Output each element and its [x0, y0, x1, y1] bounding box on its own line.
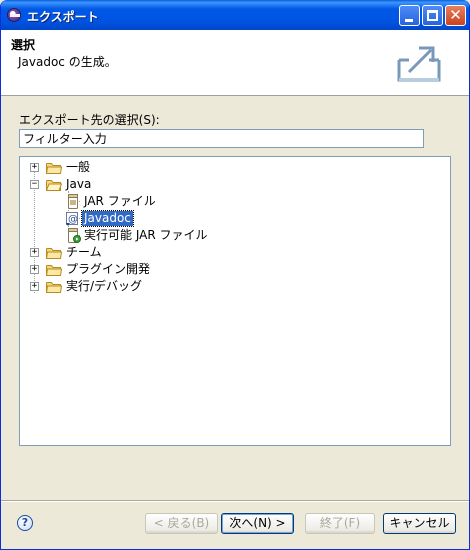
wizard-banner: 選択 Javadoc の生成。 [1, 30, 469, 96]
window-title: エクスポート [27, 10, 99, 24]
tree-item-label: 実行/デバッグ [66, 279, 143, 293]
expand-icon[interactable]: + [30, 282, 39, 291]
tree-item-label: 一般 [66, 160, 91, 174]
tree-item-label: チーム [66, 245, 102, 259]
tree-item-label: 実行可能 JAR ファイル [84, 228, 208, 242]
collapse-icon[interactable]: − [30, 180, 39, 189]
tree-item-run-debug[interactable]: + 実行/デバッグ [20, 278, 220, 295]
banner-description: Javadoc の生成。 [18, 55, 117, 69]
tree-item-label: Javadoc [81, 210, 134, 227]
folder-icon [46, 264, 62, 276]
folder-icon [46, 162, 62, 174]
minimize-icon [405, 19, 413, 22]
tree-item-label: Java [66, 177, 92, 191]
destination-label: エクスポート先の選択(S): [19, 113, 160, 127]
maximize-button[interactable] [422, 5, 443, 26]
button-bar-separator [1, 500, 469, 502]
filter-input[interactable] [19, 129, 424, 148]
tree-item-label: プラグイン開発 [66, 262, 151, 276]
next-button[interactable]: 次へ(N) > [221, 513, 294, 534]
cancel-button[interactable]: キャンセル [383, 513, 456, 534]
finish-button[interactable]: 終了(F) [305, 513, 375, 534]
help-icon[interactable]: ? [17, 515, 33, 531]
export-dialog: エクスポート ✕ 選択 Javadoc の生成。 エクスポート先の選択(S): … [0, 0, 470, 550]
close-button[interactable]: ✕ [445, 5, 466, 26]
javadoc-icon: @ [65, 211, 80, 226]
expand-icon[interactable]: + [30, 265, 39, 274]
tree-item-java[interactable]: − Java [20, 176, 220, 193]
tree-item-runnable-jar[interactable]: 実行可能 JAR ファイル [20, 227, 240, 244]
banner-title: 選択 [11, 38, 36, 52]
eclipse-icon [7, 8, 21, 22]
close-icon: ✕ [449, 6, 462, 24]
expand-icon[interactable]: + [30, 163, 39, 172]
jar-icon [67, 194, 79, 209]
expand-icon[interactable]: + [30, 248, 39, 257]
runnable-jar-icon [67, 228, 81, 243]
export-tree[interactable]: + 一般 − Java JAR ファイル @ Javadoc 実行可能 JAR … [19, 156, 451, 446]
folder-icon [46, 247, 62, 259]
export-wizard-icon [397, 46, 441, 82]
tree-item-label: JAR ファイル [84, 194, 156, 208]
tree-item-javadoc[interactable]: @ Javadoc [20, 210, 220, 227]
back-button[interactable]: < 戻る(B) [145, 513, 218, 534]
tree-item-plugin-development[interactable]: + プラグイン開発 [20, 261, 220, 278]
folder-icon [46, 281, 62, 293]
tree-item-general[interactable]: + 一般 [20, 159, 220, 176]
tree-item-jar-file[interactable]: JAR ファイル [20, 193, 220, 210]
open-folder-icon [46, 179, 62, 191]
maximize-icon [427, 10, 438, 21]
title-bar[interactable]: エクスポート ✕ [1, 0, 469, 30]
tree-item-team[interactable]: + チーム [20, 244, 220, 261]
minimize-button[interactable] [399, 5, 420, 26]
